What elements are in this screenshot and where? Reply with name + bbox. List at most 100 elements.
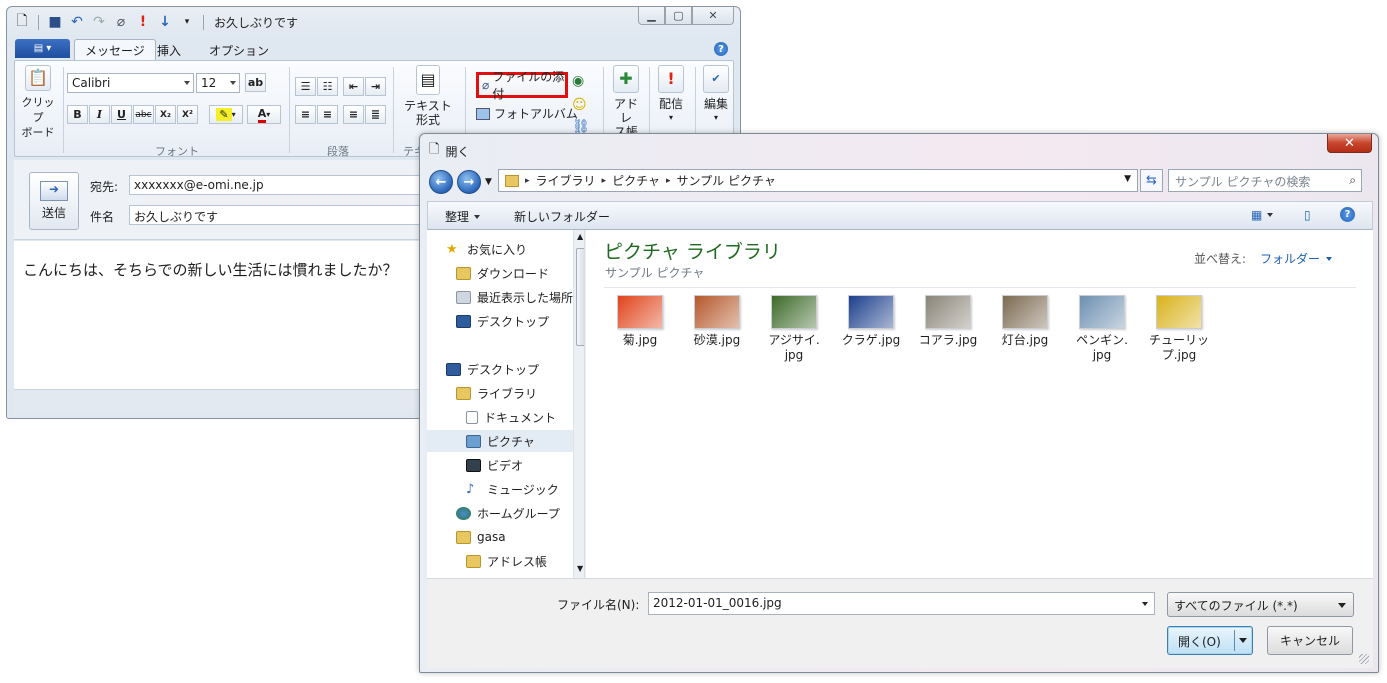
- nav-address-book[interactable]: アドレス帳: [466, 550, 547, 572]
- help-icon[interactable]: ?: [714, 42, 728, 56]
- file-item[interactable]: ペンギン. jpg: [1068, 295, 1136, 363]
- search-input[interactable]: サンプル ピクチャの検索 ⌕: [1168, 169, 1362, 192]
- file-thumbnail: [1079, 295, 1125, 329]
- text-format-button[interactable]: ▤ テキスト 形式: [403, 65, 453, 127]
- tab-options[interactable]: オプション: [199, 39, 279, 61]
- filetype-value: すべてのファイル (*.*): [1174, 599, 1298, 613]
- bullet-list-icon[interactable]: ☷: [317, 77, 338, 96]
- increase-indent-icon[interactable]: ⇥: [365, 77, 386, 96]
- close-button[interactable]: ✕: [692, 7, 734, 25]
- file-item[interactable]: 灯台.jpg: [991, 295, 1059, 363]
- clear-format-icon[interactable]: ab: [245, 73, 266, 92]
- subscript-button[interactable]: X₂: [155, 105, 176, 124]
- recent-locations-icon[interactable]: ▼: [485, 177, 492, 187]
- scrollbar-thumb[interactable]: [576, 248, 584, 346]
- emoticon-icon[interactable]: ☺: [572, 97, 587, 113]
- nav-recent-places[interactable]: 最近表示した場所: [456, 286, 573, 308]
- delivery-button[interactable]: ! 配信 ▾: [653, 65, 689, 125]
- preview-pane-button[interactable]: ▯: [1304, 208, 1311, 222]
- clipboard-button[interactable]: 📋 クリップ ボード: [19, 65, 57, 140]
- align-left-icon[interactable]: ≡: [295, 105, 316, 124]
- filename-dropdown-icon[interactable]: [1142, 602, 1148, 606]
- address-book-button[interactable]: ✚ アドレ ス帳: [609, 65, 643, 139]
- filetype-select[interactable]: すべてのファイル (*.*): [1167, 592, 1354, 617]
- nav-music[interactable]: ♪ ミュージック: [466, 478, 559, 500]
- download-folder-icon: [456, 266, 471, 280]
- font-size-combo[interactable]: 12: [196, 73, 240, 93]
- new-document-icon[interactable]: 🗋: [13, 13, 31, 31]
- file-thumbnail: [925, 295, 971, 329]
- bold-button[interactable]: B: [67, 105, 88, 124]
- attach-file-button[interactable]: ⌀ ファイルの添付: [476, 70, 568, 101]
- undo-icon[interactable]: ↶: [68, 13, 86, 31]
- paperclip-icon[interactable]: ⌀: [112, 13, 130, 31]
- open-options-icon[interactable]: [1239, 638, 1247, 643]
- cancel-button[interactable]: キャンセル: [1267, 626, 1353, 655]
- scroll-down-icon[interactable]: ▼: [577, 564, 583, 573]
- strikethrough-button[interactable]: abc: [133, 105, 154, 124]
- align-center-icon[interactable]: ≡: [317, 105, 338, 124]
- font-name-combo[interactable]: Calibri: [67, 73, 194, 93]
- maximize-button[interactable]: ▢: [665, 7, 692, 25]
- decrease-indent-icon[interactable]: ⇤: [343, 77, 364, 96]
- font-color-button[interactable]: A ▾: [247, 105, 281, 124]
- italic-button[interactable]: I: [89, 105, 110, 124]
- breadcrumb-pictures[interactable]: ピクチャ: [612, 172, 660, 189]
- file-item[interactable]: アジサイ. jpg: [760, 295, 828, 363]
- breadcrumb-sample-pictures[interactable]: サンプル ピクチャ: [677, 172, 776, 189]
- nav-user-gasa[interactable]: gasa: [456, 526, 506, 548]
- organize-button[interactable]: 整理: [445, 208, 481, 225]
- forward-button[interactable]: →: [457, 170, 481, 194]
- redo-icon[interactable]: ↷: [90, 13, 108, 31]
- nav-desktop[interactable]: デスクトップ: [446, 358, 539, 380]
- open-button[interactable]: 開く(O): [1167, 626, 1253, 655]
- priority-high-icon[interactable]: !: [134, 13, 152, 31]
- highlight-color-button[interactable]: ✎ ▾: [209, 105, 243, 124]
- file-item[interactable]: チューリッ プ.jpg: [1145, 295, 1213, 363]
- nav-desktop-fav[interactable]: デスクトップ: [456, 310, 549, 332]
- nav-scrollbar[interactable]: ▲ ▼: [573, 230, 584, 578]
- sort-dropdown[interactable]: フォルダー: [1260, 250, 1333, 267]
- address-dropdown-icon[interactable]: ▼: [1124, 174, 1131, 184]
- save-icon[interactable]: ■: [46, 13, 64, 31]
- align-right-icon[interactable]: ≡: [343, 105, 364, 124]
- new-folder-button[interactable]: 新しいフォルダー: [514, 208, 610, 225]
- send-button[interactable]: ➜ 送信: [29, 172, 79, 230]
- address-bar[interactable]: ▸ ライブラリ ▸ ピクチャ ▸ サンプル ピクチャ ▼: [498, 169, 1138, 192]
- qat-dropdown-icon[interactable]: ▾: [178, 13, 196, 31]
- file-item[interactable]: 砂漠.jpg: [683, 295, 751, 363]
- resize-grip[interactable]: [1359, 654, 1369, 664]
- back-button[interactable]: ←: [429, 170, 453, 194]
- tab-insert[interactable]: 挿入: [147, 39, 191, 61]
- nav-libraries[interactable]: ライブラリ: [456, 382, 537, 404]
- nav-homegroup[interactable]: ホームグループ: [456, 502, 560, 524]
- photo-album-button[interactable]: フォトアルバム: [476, 105, 578, 122]
- justify-icon[interactable]: ≣: [365, 105, 386, 124]
- filename-input[interactable]: 2012-01-01_0016.jpg: [648, 592, 1155, 615]
- numbered-list-icon[interactable]: ☰: [295, 77, 316, 96]
- superscript-button[interactable]: X²: [177, 105, 198, 124]
- scroll-up-icon[interactable]: ▲: [577, 232, 583, 241]
- file-item[interactable]: クラゲ.jpg: [837, 295, 905, 363]
- priority-low-icon[interactable]: ↓: [156, 13, 174, 31]
- nav-videos[interactable]: ビデオ: [466, 454, 523, 476]
- edit-button[interactable]: ✔ 編集 ▾: [699, 65, 733, 125]
- library-subtitle: サンプル ピクチャ: [605, 266, 705, 280]
- refresh-button[interactable]: ⇆: [1140, 169, 1163, 192]
- underline-button[interactable]: U: [111, 105, 132, 124]
- nav-downloads[interactable]: ダウンロード: [456, 262, 549, 284]
- breadcrumb-libraries[interactable]: ライブラリ: [536, 172, 596, 189]
- view-options-button[interactable]: ▦: [1251, 208, 1274, 222]
- tab-message[interactable]: メッセージ: [74, 39, 156, 61]
- nav-favorites[interactable]: ★ お気に入り: [446, 238, 527, 260]
- dialog-close-button[interactable]: ✕: [1327, 134, 1372, 153]
- minimize-button[interactable]: ▁: [638, 7, 665, 25]
- signature-icon[interactable]: ◉: [572, 73, 584, 89]
- nav-pictures[interactable]: ピクチャ: [427, 430, 573, 452]
- file-menu-button[interactable]: ▤ ▾: [15, 39, 70, 58]
- nav-documents[interactable]: ドキュメント: [466, 406, 556, 428]
- command-bar: 整理 新しいフォルダー ▦ ▯ ?: [427, 201, 1373, 230]
- dialog-help-button[interactable]: ?: [1340, 207, 1355, 222]
- file-item[interactable]: 菊.jpg: [606, 295, 674, 363]
- file-item[interactable]: コアラ.jpg: [914, 295, 982, 363]
